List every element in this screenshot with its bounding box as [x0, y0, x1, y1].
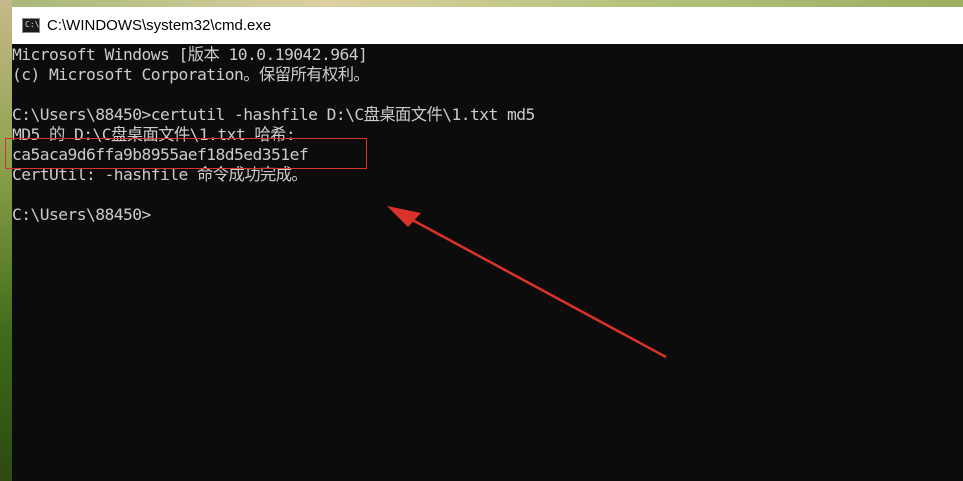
annotation-arrow — [387, 206, 667, 359]
